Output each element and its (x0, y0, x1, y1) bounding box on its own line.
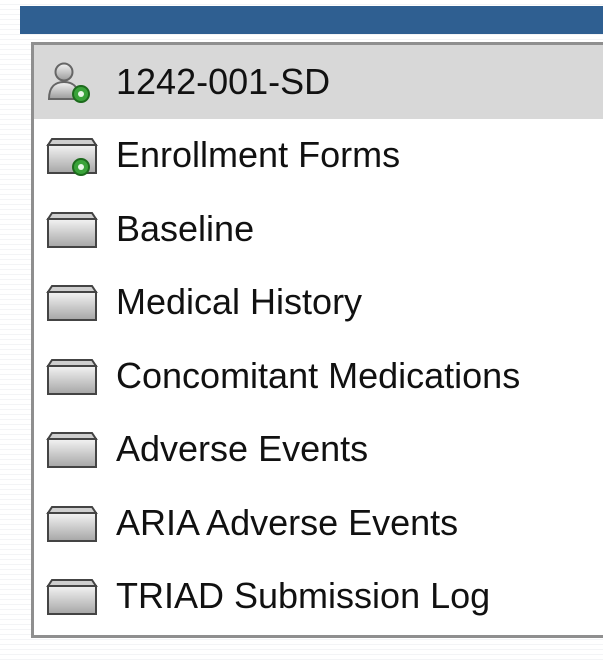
navigation-tree: 1242-001-SD Enrollment Forms Baseline Me… (31, 42, 603, 638)
folder-icon (44, 133, 100, 177)
subject-user-icon (44, 60, 100, 104)
folder-icon (44, 280, 100, 324)
tree-item-label: 1242-001-SD (116, 60, 331, 102)
tree-item-label: Enrollment Forms (116, 134, 401, 176)
page: 1242-001-SD Enrollment Forms Baseline Me… (0, 0, 603, 662)
tree-item-label: Medical History (116, 281, 363, 323)
folder-icon (44, 354, 100, 398)
tree-item-triad-submission-log[interactable]: TRIAD Submission Log (34, 560, 603, 634)
tree-item-medical-history[interactable]: Medical History (34, 266, 603, 340)
tree-item-adverse-events[interactable]: Adverse Events (34, 413, 603, 487)
folder-icon (44, 574, 100, 618)
tree-list: 1242-001-SD Enrollment Forms Baseline Me… (34, 45, 603, 633)
folder-icon (44, 207, 100, 251)
tree-item-label: Adverse Events (116, 428, 369, 470)
folder-icon (44, 501, 100, 545)
tree-item-enrollment-forms[interactable]: Enrollment Forms (34, 119, 603, 193)
tree-item-baseline[interactable]: Baseline (34, 192, 603, 266)
tree-item-label: Baseline (116, 207, 255, 249)
tree-item-concomitant-medications[interactable]: Concomitant Medications (34, 339, 603, 413)
tree-item-label: Concomitant Medications (116, 354, 521, 396)
header-bar (20, 6, 603, 34)
tree-item-aria-adverse-events[interactable]: ARIA Adverse Events (34, 486, 603, 560)
tree-item-label: ARIA Adverse Events (116, 501, 459, 543)
folder-icon (44, 427, 100, 471)
tree-item-label: TRIAD Submission Log (116, 575, 491, 617)
tree-item-subject[interactable]: 1242-001-SD (34, 45, 603, 119)
